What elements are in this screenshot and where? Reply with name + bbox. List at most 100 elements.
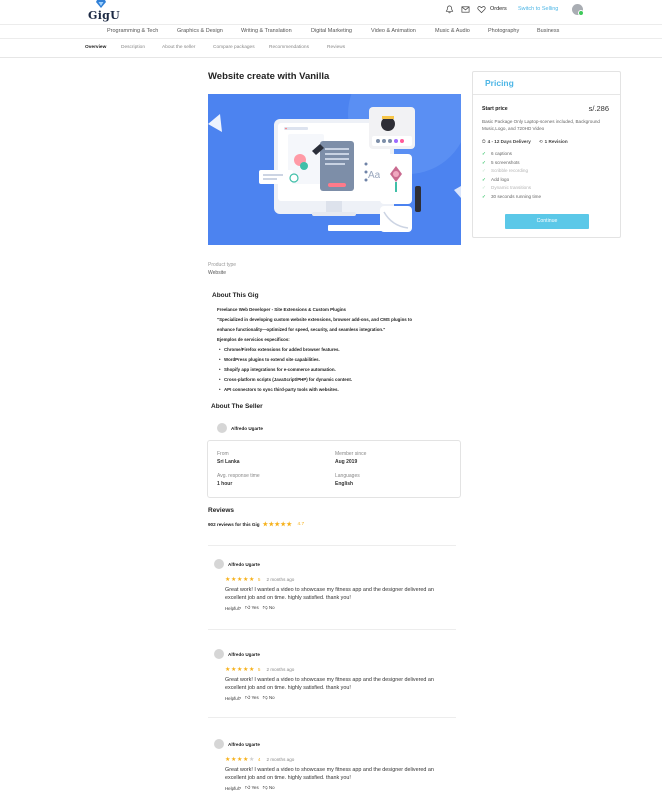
gig-hero-image[interactable]: Aa [208, 94, 461, 245]
helpful-no-button[interactable]: 👎︎ No [263, 605, 275, 611]
delivery-label: 4 - 12 Days Delivery [487, 139, 531, 144]
reviewer-name[interactable]: Alfredo Ugarte [228, 742, 260, 747]
reviewer-name[interactable]: Alfredo Ugarte [228, 562, 260, 567]
top-bar: GigU Orders Switch to Selling [0, 0, 662, 24]
category-business[interactable]: Business [537, 28, 559, 34]
helpful-label: Helpful? [225, 785, 242, 791]
review-time: 2 months ago [266, 577, 295, 582]
switch-to-selling-link[interactable]: Switch to Selling [518, 6, 558, 12]
review-helpful: Helpful? 👍︎ Yes 👎︎ No [225, 695, 275, 701]
category-graphics[interactable]: Graphics & Design [177, 28, 223, 34]
feature-item: ✓ 6 captions [482, 150, 541, 159]
hero-illustration: Aa [208, 94, 461, 245]
seller-name[interactable]: Alfredo Ugarte [231, 426, 263, 431]
seller-info-card: From Sri Lanka Member since Aug 2019 Avg… [207, 440, 461, 498]
feature-item: ✓ 30 seconds running time [482, 193, 541, 202]
subnav-about-seller[interactable]: About the seller [162, 45, 195, 50]
helpful-yes-label: Yes [251, 605, 259, 610]
check-icon: ✓ [482, 159, 486, 165]
about-gig-line: enhance functionality—optimized for spee… [217, 327, 386, 332]
service-bullet: Chrome/Firefox extensions for added brow… [217, 345, 467, 355]
continue-button[interactable]: Continue [505, 214, 589, 229]
subnav-description[interactable]: Description [121, 45, 145, 50]
thumbs-down-icon: 👎︎ [262, 695, 268, 701]
reviewer-avatar[interactable] [214, 559, 224, 569]
helpful-yes-button[interactable]: 👍︎ Yes [245, 695, 259, 701]
helpful-no-button[interactable]: 👎︎ No [263, 695, 275, 701]
languages-value: English [335, 481, 354, 487]
reviewer-name[interactable]: Alfredo Ugarte [228, 652, 260, 657]
feature-label: Dynamic transitions [491, 185, 532, 191]
subnav-recommendations[interactable]: Recommendations [269, 45, 309, 50]
gig-title: Website create with Vanilla [208, 71, 330, 82]
subnav-compare-packages[interactable]: Compare packages [213, 45, 255, 50]
review-text: Great work! I wanted a video to showcase… [225, 767, 434, 781]
from-value: Sri Lanka [217, 459, 240, 465]
star-icon: ★ [248, 577, 255, 583]
review-rating: ★★★★★ 5 2 months ago [225, 666, 294, 673]
helpful-label: Helpful? [225, 695, 242, 701]
subnav-reviews[interactable]: Reviews [327, 45, 345, 50]
feature-item: ✓ 5 screenshots [482, 159, 541, 168]
review-divider [208, 629, 456, 630]
languages-label: Languages [335, 473, 360, 479]
category-marketing[interactable]: Digital Marketing [311, 28, 352, 34]
review-text: Great work! I wanted a video to showcase… [225, 677, 434, 691]
check-icon: ✓ [482, 185, 486, 191]
pricing-tab[interactable]: Pricing [473, 72, 620, 95]
reviewer-avatar[interactable] [214, 739, 224, 749]
check-icon: ✓ [482, 193, 486, 199]
feature-label: 5 screenshots [491, 159, 520, 165]
category-writing[interactable]: Writing & Translation [241, 28, 292, 34]
orders-link[interactable]: Orders [490, 6, 507, 12]
price-value: s/.286 [588, 104, 609, 113]
helpful-no-label: No [268, 605, 275, 610]
reviews-count: 902 reviews for this Gig [208, 522, 260, 527]
review-helpful: Helpful? 👍︎ Yes 👎︎ No [225, 605, 275, 611]
feature-label: 30 seconds running time [491, 193, 542, 199]
about-seller-heading: About The Seller [211, 403, 263, 410]
helpful-no-label: No [268, 695, 275, 700]
star-icon: ★ [286, 522, 293, 528]
check-icon: ✓ [482, 176, 486, 182]
feature-item: ✓ Dynamic transitions [482, 184, 541, 193]
helpful-no-button[interactable]: 👎︎ No [263, 785, 275, 791]
svg-text:Aa: Aa [368, 170, 381, 181]
start-price-label: Start price [482, 106, 508, 112]
review-score: 5 [257, 577, 261, 582]
message-icon[interactable] [461, 5, 470, 14]
helpful-no-label: No [268, 785, 275, 790]
review-divider [208, 545, 456, 546]
star-icon: ★ [248, 667, 255, 673]
seller-avatar[interactable] [217, 423, 227, 433]
review-user[interactable]: Alfredo Ugarte [214, 559, 260, 569]
average-rating: 4.7 [297, 522, 305, 527]
category-music[interactable]: Music & Audio [435, 28, 470, 34]
reviews-heading: Reviews [208, 507, 235, 514]
feature-item: ✓ Add logo [482, 176, 541, 185]
check-icon: ✓ [482, 151, 486, 156]
review-time: 2 months ago [266, 757, 295, 762]
review-user[interactable]: Alfredo Ugarte [214, 649, 260, 659]
review-user[interactable]: Alfredo Ugarte [214, 739, 260, 749]
heart-icon[interactable] [477, 5, 486, 14]
user-avatar[interactable] [572, 4, 584, 16]
product-type-label: Product type [208, 262, 237, 268]
helpful-label: Helpful? [225, 605, 242, 611]
reviewer-avatar[interactable] [214, 649, 224, 659]
gigu-logo[interactable]: GigU [88, 0, 121, 22]
feature-label: Scribble recording [491, 168, 529, 174]
package-description: Basic Package Only Laptop-scenes include… [482, 119, 600, 131]
helpful-yes-button[interactable]: 👍︎ Yes [245, 785, 259, 791]
feature-list: ✓ 6 captions ✓ 5 screenshots ✓ Scribble rec… [482, 150, 541, 202]
category-programming[interactable]: Programming & Tech [107, 28, 158, 34]
average-stars: ★★★★★ [263, 521, 293, 528]
category-photography[interactable]: Photography [488, 28, 519, 34]
logo-text: GigU [88, 9, 121, 22]
notification-bell-icon[interactable] [445, 5, 454, 14]
category-video[interactable]: Video & Animation [371, 28, 416, 34]
helpful-yes-button[interactable]: 👍︎ Yes [245, 605, 259, 611]
product-type-value: Website [208, 270, 226, 276]
subnav-overview[interactable]: Overview [85, 45, 106, 50]
seller-profile[interactable]: Alfredo Ugarte [217, 422, 263, 434]
